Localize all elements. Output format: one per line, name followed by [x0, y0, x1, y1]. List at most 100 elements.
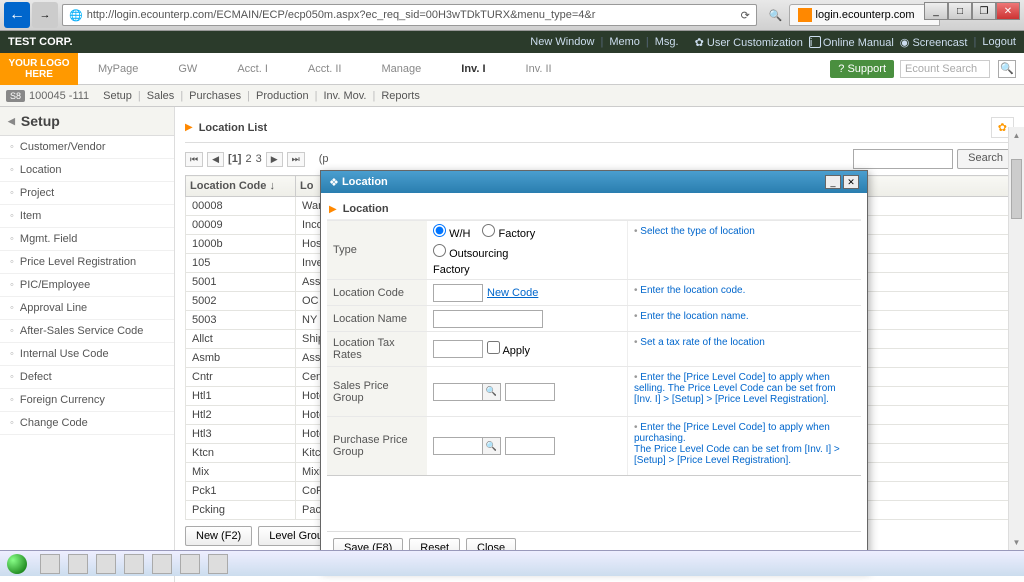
- nav-inv2[interactable]: Inv. II: [506, 53, 572, 85]
- list-search-input[interactable]: [853, 149, 953, 169]
- taskbar-icon[interactable]: [40, 554, 60, 574]
- msg-link[interactable]: Msg.: [655, 36, 679, 48]
- sidebar-item[interactable]: Item: [0, 205, 174, 228]
- subnav-production[interactable]: Production: [250, 90, 315, 102]
- purchase-price-name-input[interactable]: [505, 437, 555, 455]
- taskbar-icon[interactable]: [180, 554, 200, 574]
- search-go-button[interactable]: 🔍: [998, 60, 1016, 78]
- location-modal: ❖ Location _ ✕ ▶ Location Type W/H Facto…: [320, 170, 868, 571]
- purchase-price-code-input[interactable]: [433, 437, 483, 455]
- logout-link[interactable]: Logout: [982, 36, 1016, 48]
- url-bar[interactable]: 🌐 http://login.ecounterp.com/ECMAIN/ECP/…: [62, 4, 757, 26]
- search-icon[interactable]: 🔍: [769, 9, 783, 22]
- scroll-down-icon[interactable]: ▼: [1009, 534, 1024, 550]
- radio-wh[interactable]: W/H: [433, 224, 470, 240]
- sidebar-item[interactable]: Change Code: [0, 412, 174, 435]
- sales-lookup-icon[interactable]: 🔍: [483, 383, 501, 401]
- user-customization-link[interactable]: ✿ User Customization: [695, 36, 803, 49]
- apply-checkbox[interactable]: Apply: [487, 341, 530, 357]
- sidebar-item[interactable]: Price Level Registration: [0, 251, 174, 274]
- restore-button[interactable]: ❐: [972, 2, 996, 20]
- nav-mypage[interactable]: MyPage: [78, 53, 158, 85]
- scroll-thumb[interactable]: [1011, 159, 1022, 219]
- pager-last[interactable]: ⏭: [287, 152, 305, 167]
- sidebar-item[interactable]: Internal Use Code: [0, 343, 174, 366]
- refresh-icon[interactable]: ⟳: [741, 9, 750, 22]
- sidebar-item[interactable]: PIC/Employee: [0, 274, 174, 297]
- taskbar-icon[interactable]: [96, 554, 116, 574]
- window-controls: _ □ ❐ ✕: [924, 2, 1020, 20]
- taskbar: [0, 550, 1024, 576]
- pager-first[interactable]: ⏮: [185, 152, 203, 167]
- nav-gw[interactable]: GW: [158, 53, 217, 85]
- browser-back-button[interactable]: ←: [4, 2, 30, 28]
- modal-title-icon: ❖: [329, 176, 339, 189]
- subnav-purchases[interactable]: Purchases: [183, 90, 247, 102]
- taskbar-icon[interactable]: [152, 554, 172, 574]
- sidebar-item[interactable]: Approval Line: [0, 297, 174, 320]
- location-name-input[interactable]: [433, 310, 543, 328]
- page-1[interactable]: [1]: [228, 153, 241, 165]
- new-code-link[interactable]: New Code: [487, 287, 538, 299]
- nav-acct2[interactable]: Acct. II: [288, 53, 362, 85]
- minimize-button[interactable]: _: [924, 2, 948, 20]
- radio-factory[interactable]: Factory: [482, 224, 535, 240]
- modal-close-button[interactable]: ✕: [843, 175, 859, 189]
- table-cell: Htl3: [186, 425, 296, 444]
- field-purchase-label: Purchase Price Group: [327, 417, 427, 475]
- table-cell: Htl1: [186, 387, 296, 406]
- field-name-label: Location Name: [327, 306, 427, 331]
- sales-price-code-input[interactable]: [433, 383, 483, 401]
- logo[interactable]: YOUR LOGO HERE: [0, 53, 78, 85]
- window-close-button[interactable]: ✕: [996, 2, 1020, 20]
- corp-links: New Window| Memo| Msg. ✿ User Customizat…: [530, 36, 1016, 49]
- support-button[interactable]: ? Support: [830, 60, 894, 78]
- radio-outsourcing[interactable]: Outsourcing: [433, 244, 508, 260]
- scroll-up-icon[interactable]: ▲: [1009, 127, 1024, 143]
- sidebar-item[interactable]: After-Sales Service Code: [0, 320, 174, 343]
- nav-acct1[interactable]: Acct. I: [217, 53, 288, 85]
- taskbar-icon[interactable]: [124, 554, 144, 574]
- modal-title-text: Location: [342, 176, 388, 188]
- sidebar-item[interactable]: Defect: [0, 366, 174, 389]
- page-3[interactable]: 3: [256, 153, 262, 165]
- sidebar-item[interactable]: Project: [0, 182, 174, 205]
- pager-next[interactable]: ▶: [266, 152, 283, 167]
- new-window-link[interactable]: New Window: [530, 36, 594, 48]
- memo-link[interactable]: Memo: [609, 36, 640, 48]
- tax-rate-input[interactable]: [433, 340, 483, 358]
- page-2[interactable]: 2: [245, 153, 251, 165]
- ecount-search-input[interactable]: Ecount Search: [900, 60, 990, 78]
- subnav-invmov[interactable]: Inv. Mov.: [317, 90, 372, 102]
- browser-tab[interactable]: login.ecounterp.com ×: [789, 4, 940, 26]
- subnav-setup[interactable]: Setup: [97, 90, 138, 102]
- table-cell: Asmb: [186, 349, 296, 368]
- main-nav: YOUR LOGO HERE MyPage GW Acct. I Acct. I…: [0, 53, 1024, 85]
- subnav-sales[interactable]: Sales: [141, 90, 181, 102]
- screencast-link[interactable]: ◉ Screencast: [900, 36, 968, 49]
- online-manual-link[interactable]: iOnline Manual: [809, 36, 894, 49]
- browser-forward-button[interactable]: →: [32, 2, 58, 28]
- sidebar-item[interactable]: Foreign Currency: [0, 389, 174, 412]
- sidebar-item[interactable]: Location: [0, 159, 174, 182]
- nav-manage[interactable]: Manage: [362, 53, 442, 85]
- modal-minimize-button[interactable]: _: [825, 175, 841, 189]
- new-button[interactable]: New (F2): [185, 526, 252, 546]
- pager-prev[interactable]: ◀: [207, 152, 224, 167]
- sidebar-item[interactable]: Customer/Vendor: [0, 136, 174, 159]
- vertical-scrollbar[interactable]: ▲ ▼: [1008, 127, 1024, 550]
- modal-titlebar[interactable]: ❖ Location _ ✕: [321, 171, 867, 193]
- list-search-button[interactable]: Search: [957, 149, 1014, 169]
- purchase-lookup-icon[interactable]: 🔍: [483, 437, 501, 455]
- sales-price-name-input[interactable]: [505, 383, 555, 401]
- taskbar-icon[interactable]: [208, 554, 228, 574]
- subnav-reports[interactable]: Reports: [375, 90, 426, 102]
- sidebar-item[interactable]: Mgmt. Field: [0, 228, 174, 251]
- location-code-input[interactable]: [433, 284, 483, 302]
- col-location-code[interactable]: Location Code ↓: [186, 176, 296, 197]
- nav-inv1[interactable]: Inv. I: [441, 53, 505, 85]
- field-sales-help: Enter the [Price Level Code] to apply wh…: [627, 367, 861, 416]
- maximize-button[interactable]: □: [948, 2, 972, 20]
- taskbar-icon[interactable]: [68, 554, 88, 574]
- start-button[interactable]: [0, 551, 34, 577]
